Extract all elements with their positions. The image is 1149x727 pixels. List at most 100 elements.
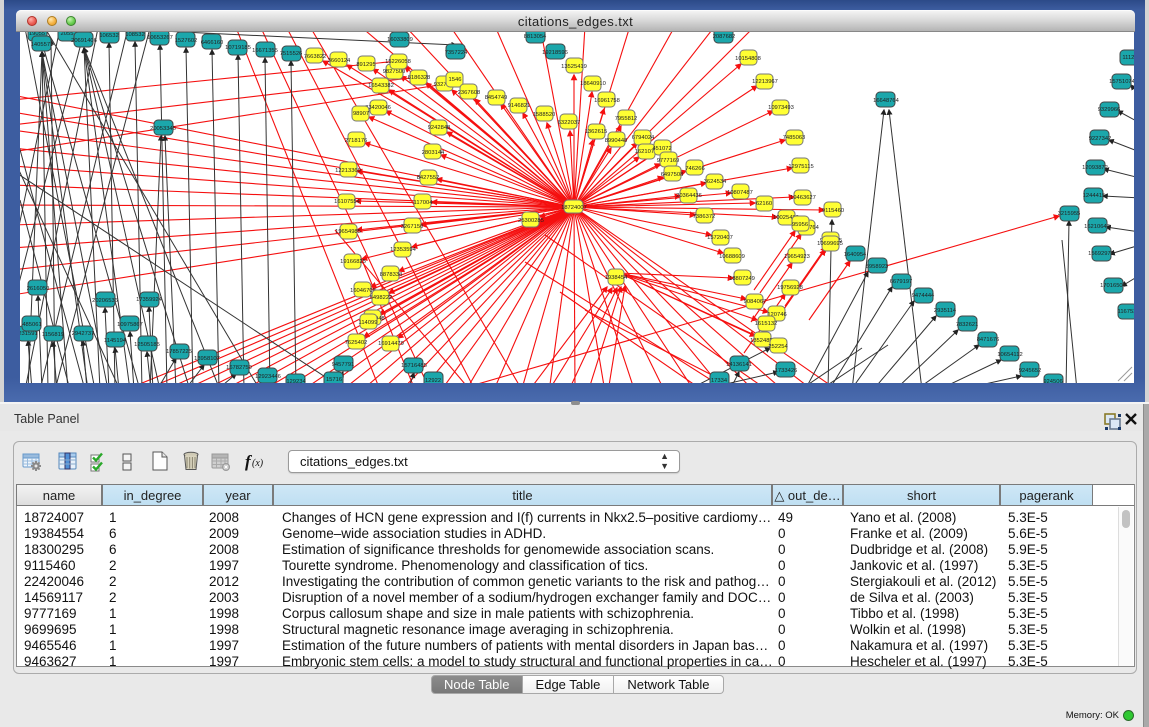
svg-text:17857225: 17857225	[166, 349, 192, 355]
svg-text:3267150: 3267150	[401, 224, 424, 230]
svg-text:2718176: 2718176	[345, 138, 368, 144]
svg-text:2616050: 2616050	[27, 286, 50, 292]
svg-text:2942737: 2942737	[72, 331, 95, 337]
svg-text:9242848: 9242848	[428, 125, 451, 131]
svg-text:16543382: 16543382	[368, 83, 394, 89]
svg-text:2367608: 2367608	[458, 90, 481, 96]
svg-text:15720407: 15720407	[707, 235, 733, 241]
svg-text:13958107: 13958107	[194, 356, 220, 362]
svg-text:8990448: 8990448	[605, 138, 628, 144]
svg-text:10154808: 10154808	[735, 56, 761, 62]
svg-text:18807249: 18807249	[729, 276, 755, 282]
svg-text:95956: 95956	[792, 222, 808, 228]
svg-text:18640910: 18640910	[580, 81, 606, 87]
svg-text:8813054: 8813054	[524, 34, 547, 40]
svg-text:19463627: 19463627	[790, 195, 816, 201]
svg-text:8454749: 8454749	[485, 95, 508, 101]
svg-text:12505185: 12505185	[134, 342, 160, 348]
svg-text:1733426: 1733426	[775, 368, 798, 374]
svg-text:9227342: 9227342	[1089, 136, 1112, 142]
svg-text:3215955: 3215955	[1058, 211, 1081, 217]
svg-text:9457791: 9457791	[332, 362, 355, 368]
svg-text:1527602: 1527602	[175, 38, 198, 44]
svg-text:8186328: 8186328	[408, 75, 431, 81]
svg-text:1362615: 1362615	[585, 129, 608, 135]
svg-text:9329966: 9329966	[1098, 107, 1121, 113]
svg-text:1615132: 1615132	[755, 321, 778, 327]
svg-text:1938454: 1938454	[605, 275, 628, 281]
svg-text:3624534: 3624534	[704, 179, 727, 185]
svg-text:6794024: 6794024	[632, 135, 655, 141]
svg-text:16033809: 16033809	[387, 37, 413, 43]
svg-text:12093872: 12093872	[1082, 165, 1108, 171]
svg-text:9146821: 9146821	[508, 103, 531, 109]
svg-text:252254: 252254	[768, 344, 788, 350]
svg-text:16961758: 16961758	[594, 98, 620, 104]
svg-text:10975867: 10975867	[117, 322, 143, 328]
svg-text:6497508: 6497508	[661, 172, 684, 178]
svg-text:1640954: 1640954	[844, 252, 867, 258]
svg-text:7485063: 7485063	[783, 135, 806, 141]
svg-text:15751074: 15751074	[1109, 79, 1134, 85]
svg-text:12213967: 12213967	[752, 79, 778, 85]
svg-text:9777169: 9777169	[657, 158, 680, 164]
svg-text:5498222: 5498222	[370, 295, 393, 301]
svg-text:485061: 485061	[22, 322, 41, 328]
svg-text:3660124: 3660124	[328, 58, 351, 64]
svg-text:12213369: 12213369	[335, 168, 361, 174]
svg-text:12923446: 12923446	[255, 374, 281, 380]
svg-text:10688609: 10688609	[719, 254, 745, 260]
svg-text:16107554: 16107554	[334, 199, 361, 205]
svg-text:231591: 231591	[20, 331, 38, 337]
svg-text:746266: 746266	[685, 166, 704, 172]
svg-text:129234: 129234	[286, 379, 306, 383]
svg-text:8878334: 8878334	[380, 272, 403, 278]
svg-text:10653267: 10653267	[147, 35, 173, 41]
svg-text:12353594: 12353594	[390, 247, 417, 253]
svg-text:10654112: 10654112	[997, 352, 1022, 358]
svg-text:10719185: 10719185	[225, 45, 251, 51]
svg-text:18724007: 18724007	[561, 205, 587, 211]
svg-text:8958923: 8958923	[866, 264, 889, 270]
svg-text:15716: 15716	[326, 377, 342, 383]
svg-text:924506: 924506	[1043, 379, 1062, 383]
svg-text:1156819: 1156819	[42, 332, 64, 338]
svg-text:8471676: 8471676	[977, 337, 1000, 343]
svg-text:17334: 17334	[711, 378, 728, 383]
svg-text:98907: 98907	[353, 111, 369, 117]
svg-text:16671355: 16671355	[252, 48, 278, 54]
svg-text:2055: 2055	[61, 32, 74, 37]
svg-text:7663822: 7663822	[304, 54, 327, 60]
svg-text:62160: 62160	[756, 201, 772, 207]
svg-text:19654923: 19654923	[784, 254, 810, 260]
svg-text:7625402: 7625402	[345, 340, 368, 346]
svg-text:16914479: 16914479	[378, 341, 404, 347]
svg-text:10699695: 10699695	[817, 241, 843, 247]
svg-text:7955812: 7955812	[615, 116, 638, 122]
svg-text:20364436: 20364436	[676, 193, 702, 199]
svg-text:116753: 116753	[1118, 309, 1134, 315]
svg-text:106532: 106532	[99, 33, 118, 39]
svg-text:13525419: 13525419	[561, 64, 587, 70]
svg-text:14136141: 14136141	[726, 362, 752, 368]
svg-text:7386372: 7386372	[693, 214, 716, 220]
svg-text:17016504: 17016504	[1100, 283, 1127, 289]
svg-text:9245652: 9245652	[1019, 368, 1042, 374]
svg-text:16648764: 16648764	[873, 98, 900, 104]
svg-text:20053346: 20053346	[150, 126, 176, 132]
svg-text:17359924: 17359924	[136, 297, 163, 303]
svg-text:9474444: 9474444	[912, 293, 935, 299]
svg-text:15226058: 15226058	[385, 59, 411, 65]
svg-text:1588520: 1588520	[533, 112, 556, 118]
svg-text:19756928: 19756928	[777, 285, 803, 291]
svg-text:16782759: 16782759	[226, 365, 252, 371]
svg-text:12922: 12922	[425, 378, 441, 383]
svg-text:2087682: 2087682	[713, 34, 736, 40]
svg-text:10807487: 10807487	[727, 190, 753, 196]
svg-text:7832621: 7832621	[956, 322, 979, 328]
svg-text:12975115: 12975115	[788, 164, 813, 170]
svg-text:16210643: 16210643	[1084, 224, 1110, 230]
svg-text:9115460: 9115460	[822, 208, 844, 214]
svg-text:117004: 117004	[414, 200, 434, 206]
svg-text:15692971: 15692971	[1088, 251, 1114, 257]
